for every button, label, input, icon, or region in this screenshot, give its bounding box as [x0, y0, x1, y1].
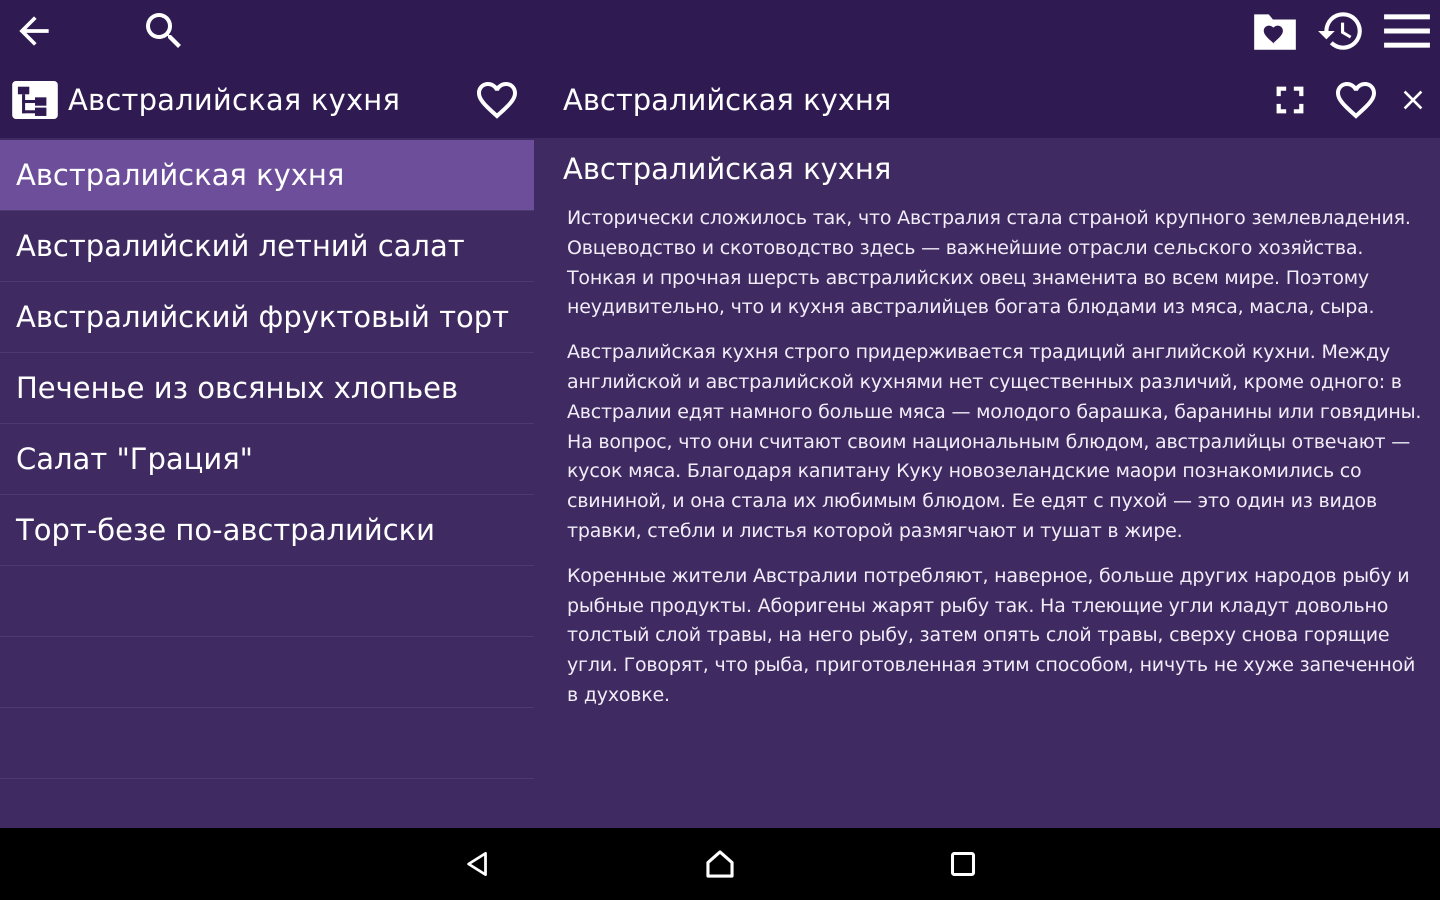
detail-pane: Австралийская кухня Исторически сложилос… — [534, 138, 1440, 828]
list-item[interactable]: Торт-безе по-австралийски — [0, 495, 534, 566]
empty-list-row — [0, 566, 534, 637]
article-paragraph: Австралийская кухня строго придерживаетс… — [567, 341, 1422, 542]
history-icon — [1318, 12, 1362, 50]
back-button[interactable] — [8, 6, 60, 56]
favorites-folder-icon — [1254, 14, 1296, 50]
home-icon — [706, 850, 734, 878]
close-icon — [1403, 90, 1423, 110]
nav-back-button[interactable] — [448, 840, 508, 888]
title-bar: Австралийская кухня Австралийская кухня — [0, 62, 1440, 138]
back-arrow-icon — [19, 16, 49, 46]
article-heading: Австралийская кухня — [563, 152, 892, 186]
nav-recents-button[interactable] — [933, 840, 993, 888]
menu-icon — [1384, 14, 1430, 48]
empty-list-row — [0, 637, 534, 708]
list-title: Австралийская кухня — [68, 83, 401, 117]
list-item[interactable]: Австралийский летний салат — [0, 211, 534, 282]
menu-button[interactable] — [1381, 6, 1433, 56]
recents-square-icon — [950, 851, 976, 877]
heart-outline-icon — [1336, 82, 1376, 119]
article-body: Исторически сложилось так, что Австралия… — [567, 204, 1431, 726]
app-root: Австралийская кухня Австралийская кухня — [0, 0, 1440, 900]
empty-list-row — [0, 708, 534, 779]
search-icon — [146, 13, 181, 48]
history-button[interactable] — [1315, 6, 1367, 56]
heart-outline-icon — [477, 82, 517, 119]
detail-title: Австралийская кухня — [563, 83, 892, 117]
list-item[interactable]: Австралийская кухня — [0, 140, 534, 211]
close-button[interactable] — [1386, 74, 1440, 126]
nav-home-button[interactable] — [690, 840, 750, 888]
list-item[interactable]: Печенье из овсяных хлопьев — [0, 353, 534, 424]
list-item[interactable]: Салат "Грация" — [0, 424, 534, 495]
system-nav-bar — [0, 828, 1440, 900]
fullscreen-button[interactable] — [1263, 74, 1317, 126]
category-tree-icon[interactable] — [12, 80, 60, 120]
search-button[interactable] — [138, 6, 190, 56]
favorites-folder-button[interactable] — [1249, 6, 1301, 56]
article-paragraph: Коренные жители Австралии потребляют, на… — [567, 564, 1416, 706]
list-item[interactable]: Австралийский фруктовый торт — [0, 282, 534, 353]
top-action-bar — [0, 0, 1440, 62]
list-favorite-button[interactable] — [470, 74, 524, 126]
detail-favorite-button[interactable] — [1329, 74, 1383, 126]
recipe-list: Австралийская кухня Австралийский летний… — [0, 138, 534, 828]
fullscreen-icon — [1276, 86, 1304, 114]
list-header: Австралийская кухня — [12, 62, 400, 138]
back-triangle-icon — [467, 852, 487, 876]
article-paragraph: Исторически сложилось так, что Австралия… — [567, 207, 1411, 319]
